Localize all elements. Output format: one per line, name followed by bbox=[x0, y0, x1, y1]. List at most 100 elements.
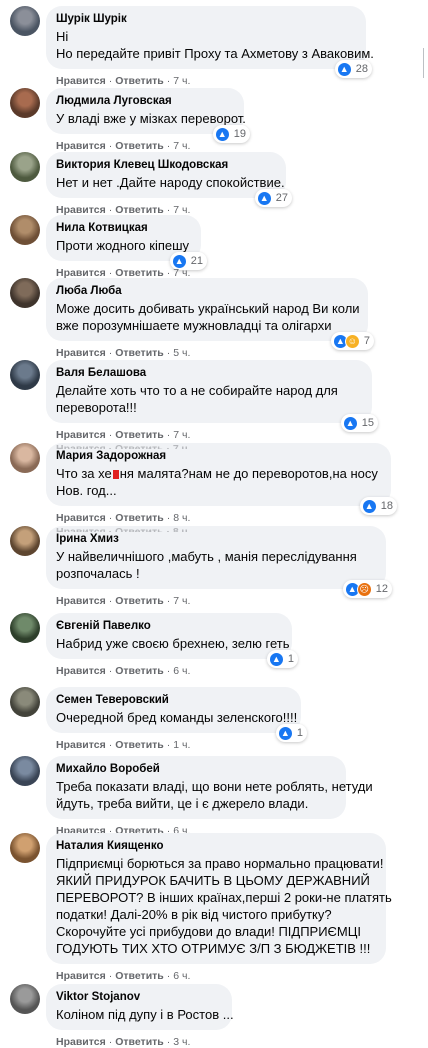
separator: · bbox=[166, 970, 171, 982]
reaction-summary[interactable]: ▲ 28 bbox=[334, 60, 372, 78]
reaction-summary[interactable]: ▲ ☹ 12 bbox=[342, 580, 392, 598]
separator: · bbox=[166, 140, 171, 152]
comment-text-line: Може досить добивать український народ В… bbox=[56, 301, 360, 316]
reply-link[interactable]: Ответить bbox=[115, 665, 164, 677]
comment-text: Треба показати владі, що вони нете робля… bbox=[56, 778, 373, 812]
comment-bubble: Михайло Воробей Треба показати владі, що … bbox=[46, 756, 373, 819]
reply-link[interactable]: Ответить bbox=[115, 970, 164, 982]
comment-timestamp[interactable]: 7 ч. bbox=[173, 140, 190, 152]
comment-bubble: Люба Люба Може досить добивать українськи… bbox=[46, 278, 374, 350]
comment-bubble: Наталия Киященко Підприємці борються за п… bbox=[46, 833, 392, 964]
reaction-summary[interactable]: ▲ 27 bbox=[254, 189, 292, 207]
reaction-summary[interactable]: ▲ 19 bbox=[212, 125, 250, 143]
comment-actions: Нравится · Ответить · 6 ч. bbox=[56, 970, 190, 982]
comment-bubble: Валя Белашова Делайте хоть что то а не со… bbox=[46, 360, 378, 432]
reply-link[interactable]: Ответить bbox=[115, 1036, 164, 1048]
comment-author[interactable]: Михайло Воробей bbox=[56, 762, 336, 777]
comment-timestamp[interactable]: 7 ч. bbox=[173, 595, 190, 607]
like-link[interactable]: Нравится bbox=[56, 347, 106, 359]
reply-link[interactable]: Ответить bbox=[115, 75, 164, 87]
avatar[interactable] bbox=[10, 6, 40, 36]
reaction-summary[interactable]: ▲ 18 bbox=[359, 497, 397, 515]
comment-actions: Нравится · Ответить · 1 ч. bbox=[56, 739, 190, 751]
like-link[interactable]: Нравится bbox=[56, 140, 106, 152]
comment-author[interactable]: Нила Котвицкая bbox=[56, 221, 191, 236]
comment-text-line: Очередной бред команды зеленского!!!! bbox=[56, 710, 298, 725]
like-link[interactable]: Нравится bbox=[56, 595, 106, 607]
comment-author[interactable]: Виктория Клевец Шкодовская bbox=[56, 158, 276, 173]
comment-text-line: Набрид уже своєю брехнею, зелю геть bbox=[56, 636, 290, 651]
comment-author[interactable]: Валя Белашова bbox=[56, 366, 362, 381]
overlapped-actions-row: Нравится · Ответить · 8 ч. bbox=[56, 526, 191, 532]
avatar[interactable] bbox=[10, 984, 40, 1014]
reaction-count: 21 bbox=[190, 255, 203, 267]
avatar[interactable] bbox=[10, 526, 40, 556]
comment-bubble: Ірина Хмиз У найвеличнішого ,мабуть , ман… bbox=[46, 526, 392, 598]
comment-timestamp[interactable]: 6 ч. bbox=[173, 665, 190, 677]
comment-author[interactable]: Люба Люба bbox=[56, 284, 358, 299]
comment-author[interactable]: Ірина Хмиз bbox=[56, 532, 376, 547]
like-link[interactable]: Нравится bbox=[56, 1036, 106, 1048]
avatar[interactable] bbox=[10, 360, 40, 390]
avatar[interactable] bbox=[10, 443, 40, 473]
reply-link[interactable]: Ответить bbox=[115, 347, 164, 359]
comment-author[interactable]: Шурік Шурік bbox=[56, 12, 356, 27]
comment-actions: Нравится · Ответить · 3 ч. bbox=[56, 1036, 190, 1048]
thumbs-up-icon: ▲ bbox=[268, 651, 284, 667]
reply-link[interactable]: Ответить bbox=[115, 140, 164, 152]
comment-author[interactable]: Семен Теверовский bbox=[56, 693, 291, 708]
reaction-count: 1 bbox=[287, 653, 294, 665]
reaction-summary[interactable]: ▲ 1 bbox=[266, 650, 298, 668]
like-link[interactable]: Нравится bbox=[56, 970, 106, 982]
reply-link[interactable]: Ответить bbox=[115, 595, 164, 607]
like-link[interactable]: Нравится bbox=[56, 512, 106, 524]
avatar[interactable] bbox=[10, 756, 40, 786]
reaction-count: 15 bbox=[361, 417, 374, 429]
comment-text: Нет и нет .Дайте народу спокойствие. bbox=[56, 174, 285, 191]
comment-timestamp[interactable]: 7 ч. bbox=[173, 429, 190, 441]
avatar[interactable] bbox=[10, 215, 40, 245]
like-link[interactable]: Нравится bbox=[56, 429, 106, 441]
comment-timestamp[interactable]: 8 ч. bbox=[173, 512, 190, 524]
reply-link[interactable]: Ответить bbox=[115, 739, 164, 751]
angry-face-icon: ☹ bbox=[356, 581, 372, 597]
reply-link[interactable]: Ответить bbox=[115, 512, 164, 524]
avatar[interactable] bbox=[10, 152, 40, 182]
reaction-summary[interactable]: ▲ ☺ 7 bbox=[330, 332, 374, 350]
reaction-summary[interactable]: ▲ 15 bbox=[340, 414, 378, 432]
comment-timestamp[interactable]: 1 ч. bbox=[173, 739, 190, 751]
comment-text: Може досить добивать український народ В… bbox=[56, 300, 360, 334]
comment-text-line: Проти жодного кіпешу bbox=[56, 238, 190, 253]
avatar[interactable] bbox=[10, 613, 40, 643]
comment-timestamp[interactable]: 5 ч. bbox=[173, 347, 190, 359]
scrollbar[interactable] bbox=[423, 48, 424, 78]
like-link[interactable]: Нравится bbox=[56, 75, 106, 87]
comment-bubble: Виктория Клевец Шкодовская Нет и нет .Дай… bbox=[46, 152, 292, 207]
avatar[interactable] bbox=[10, 833, 40, 863]
comment-bubble: Мария Задорожная Что за хе ня малята?нам н… bbox=[46, 443, 397, 515]
comment-timestamp[interactable]: 6 ч. bbox=[173, 970, 190, 982]
comment-author[interactable]: Євгеній Павелко bbox=[56, 619, 282, 634]
separator: · bbox=[108, 347, 113, 359]
separator: · bbox=[166, 429, 171, 441]
avatar[interactable] bbox=[10, 278, 40, 308]
comment-text-line: ГОДУЮТЬ ТИХ ХТО ОТРИМУЄ З/П З БЮДЖЕТІВ !… bbox=[56, 941, 371, 956]
like-link[interactable]: Нравится bbox=[56, 739, 106, 751]
reply-link[interactable]: Ответить bbox=[115, 429, 164, 441]
comment-author[interactable]: Viktor Stojanov bbox=[56, 990, 222, 1005]
avatar[interactable] bbox=[10, 687, 40, 717]
separator: · bbox=[166, 595, 171, 607]
comment-actions: Нравится · Ответить · 8 ч. bbox=[56, 512, 190, 524]
comment-text-line: Ні bbox=[56, 29, 69, 44]
comment-timestamp[interactable]: 7 ч. bbox=[173, 75, 190, 87]
like-link[interactable]: Нравится bbox=[56, 665, 106, 677]
comment-timestamp[interactable]: 3 ч. bbox=[173, 1036, 190, 1048]
reaction-summary[interactable]: ▲ 1 bbox=[275, 724, 307, 742]
comment-text-line: У владі вже у мізках переворот. bbox=[56, 111, 246, 126]
comment-author[interactable]: Людмила Луговская bbox=[56, 94, 234, 109]
comment-author[interactable]: Мария Задорожная bbox=[56, 449, 381, 464]
separator: · bbox=[166, 512, 171, 524]
comment-bubble: Людмила Луговская У владі вже у мізках пе… bbox=[46, 88, 250, 143]
avatar[interactable] bbox=[10, 88, 40, 118]
comment-author[interactable]: Наталия Киященко bbox=[56, 839, 376, 854]
